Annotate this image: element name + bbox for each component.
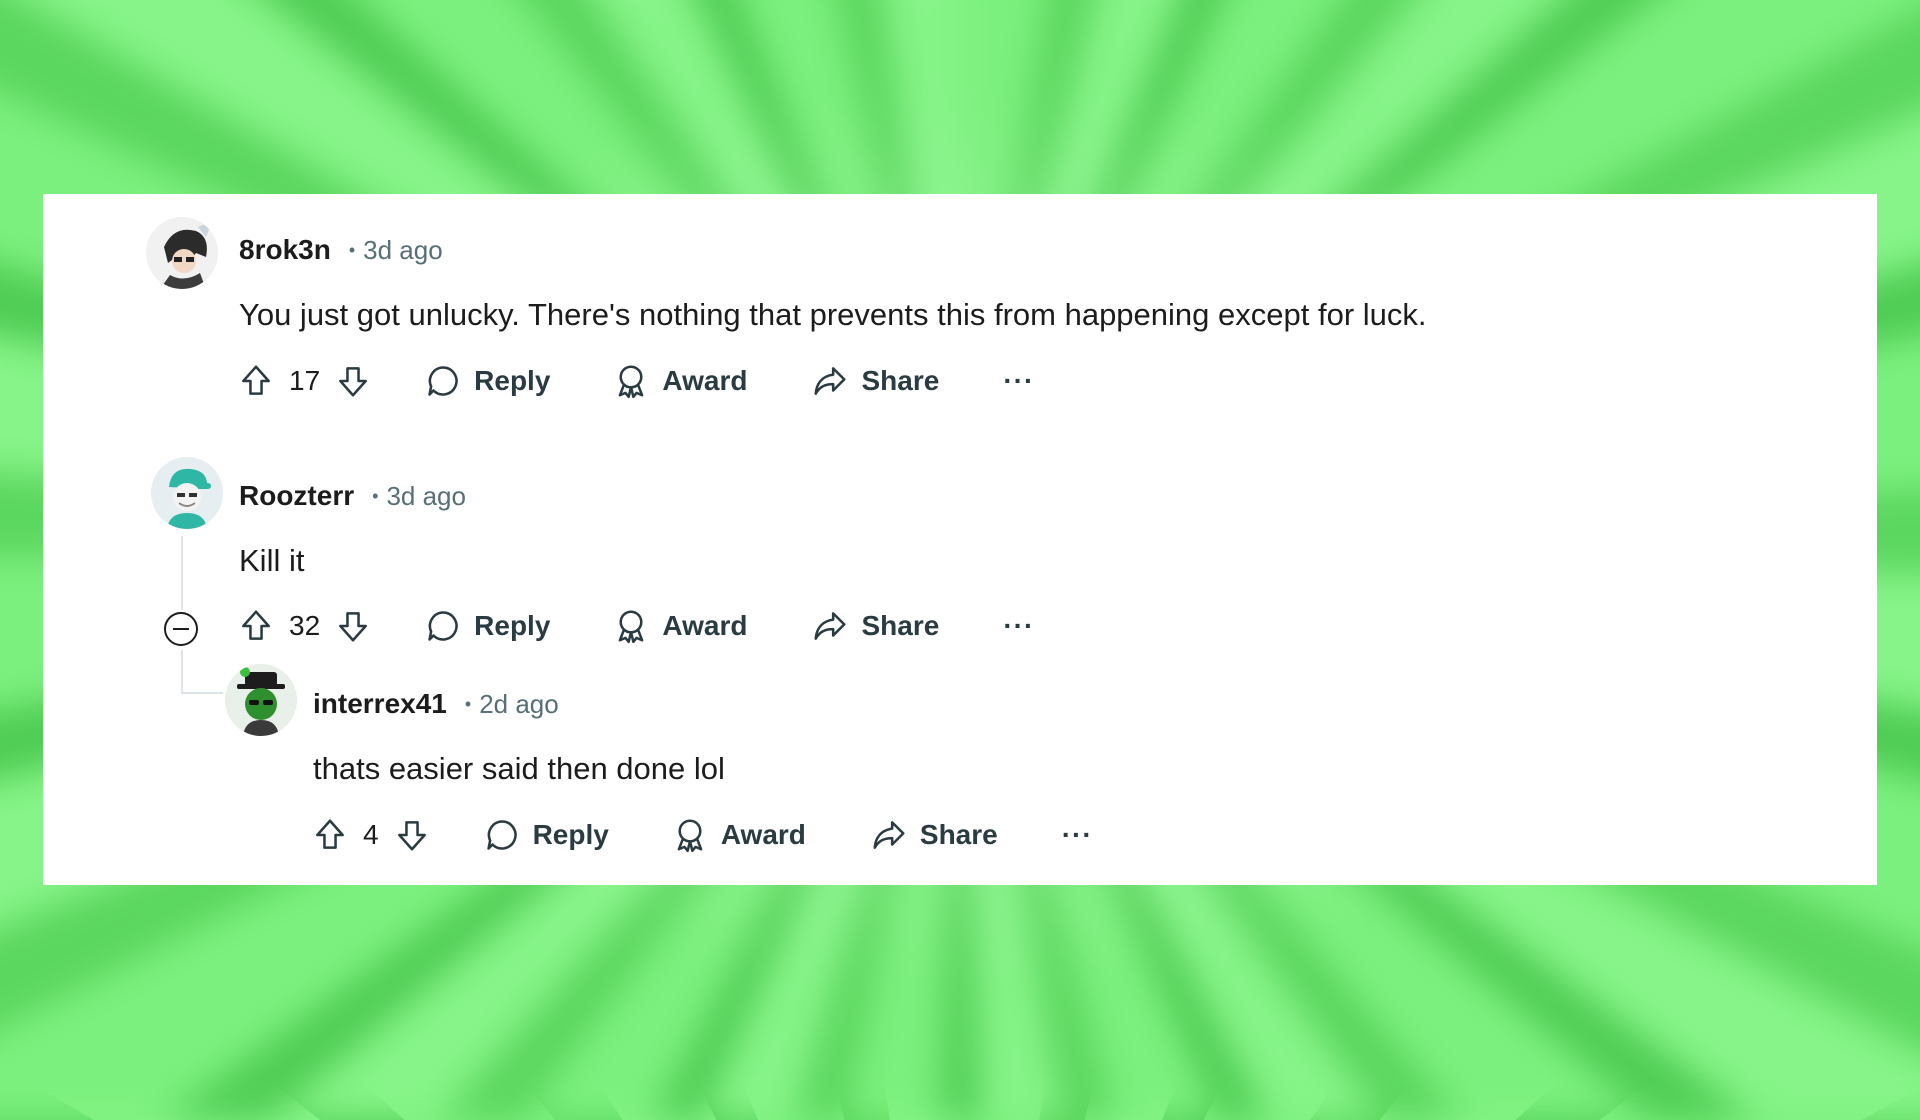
- avatar-8rok3n[interactable]: [146, 217, 218, 289]
- share-label: Share: [861, 610, 940, 641]
- vote-count: 32: [289, 610, 321, 641]
- upvote-button[interactable]: [237, 607, 275, 645]
- vote-count: 4: [363, 819, 379, 850]
- timestamp[interactable]: 3d ago: [386, 481, 466, 512]
- collapse-thread-button[interactable]: [164, 612, 198, 646]
- award-button[interactable]: Award: [612, 362, 747, 400]
- reply-label: Reply: [474, 365, 551, 396]
- upvote-icon: [242, 610, 270, 640]
- avatar-art-icon: [146, 217, 218, 289]
- author-name[interactable]: interrex41: [313, 688, 447, 720]
- share-label: Share: [919, 819, 998, 850]
- reply-label: Reply: [532, 819, 609, 850]
- reply-label: Reply: [474, 610, 551, 641]
- award-label: Award: [720, 819, 806, 850]
- reply-button[interactable]: Reply: [424, 607, 550, 645]
- share-button[interactable]: Share: [811, 362, 939, 400]
- thread-branch: [181, 692, 223, 694]
- comment-actions: 4 Reply Award Share ···: [311, 816, 1093, 854]
- downvote-button[interactable]: [334, 362, 372, 400]
- award-icon: [619, 365, 644, 399]
- reply-bubble-icon: [486, 820, 517, 850]
- more-options-button[interactable]: ···: [1003, 365, 1034, 397]
- comment-meta: 8rok3n • 3d ago: [239, 234, 443, 266]
- avatar-interrex41[interactable]: [225, 664, 297, 736]
- avatar-roozterr[interactable]: [151, 457, 223, 529]
- share-button[interactable]: Share: [811, 607, 939, 645]
- reply-button[interactable]: Reply: [424, 362, 550, 400]
- more-options-button[interactable]: ···: [1003, 610, 1034, 642]
- downvote-icon: [397, 821, 426, 851]
- share-arrow-icon: [814, 612, 847, 640]
- upvote-icon: [316, 819, 344, 849]
- collapse-minus-icon: [173, 628, 189, 630]
- upvote-icon: [242, 365, 270, 395]
- award-icon: [677, 819, 703, 853]
- author-name[interactable]: 8rok3n: [239, 234, 331, 266]
- upvote-button[interactable]: [237, 362, 275, 400]
- comment-actions: 17 Reply Award Share ···: [237, 362, 1034, 400]
- award-label: Award: [662, 365, 748, 396]
- timestamp[interactable]: 2d ago: [479, 689, 559, 720]
- comment-body: thats easier said then done lol: [313, 751, 725, 786]
- comment-meta: interrex41 • 2d ago: [313, 688, 559, 720]
- share-label: Share: [861, 365, 940, 396]
- thread-line: [181, 650, 183, 694]
- reply-button[interactable]: Reply: [483, 816, 609, 854]
- downvote-button[interactable]: [334, 607, 372, 645]
- comment-body: You just got unlucky. There's nothing th…: [239, 297, 1427, 332]
- more-options-button[interactable]: ···: [1062, 819, 1093, 851]
- award-button[interactable]: Award: [671, 816, 806, 854]
- comments-panel: 8rok3n • 3d ago You just got unlucky. Th…: [43, 194, 1877, 885]
- award-button[interactable]: Award: [612, 607, 747, 645]
- meta-separator: •: [348, 239, 356, 260]
- comment-meta: Roozterr • 3d ago: [239, 480, 466, 512]
- downvote-button[interactable]: [393, 816, 431, 854]
- upvote-button[interactable]: [311, 816, 349, 854]
- share-arrow-icon: [873, 821, 905, 849]
- downvote-icon: [339, 612, 368, 642]
- reply-bubble-icon: [428, 611, 458, 641]
- downvote-icon: [339, 367, 368, 397]
- avatar-art-icon: [225, 664, 297, 736]
- meta-separator: •: [372, 485, 379, 506]
- vote-count: 17: [289, 365, 321, 396]
- comment-actions: 32 Reply Award Share ···: [237, 607, 1034, 645]
- reply-bubble-icon: [428, 366, 458, 396]
- share-button[interactable]: Share: [870, 816, 998, 854]
- comment-body: Kill it: [239, 543, 305, 578]
- author-name[interactable]: Roozterr: [239, 480, 354, 512]
- avatar-art-icon: [151, 457, 223, 529]
- meta-separator: •: [464, 693, 472, 714]
- award-icon: [619, 610, 644, 644]
- award-label: Award: [662, 610, 748, 641]
- share-arrow-icon: [814, 367, 847, 395]
- thread-line: [181, 536, 183, 610]
- timestamp[interactable]: 3d ago: [363, 235, 443, 266]
